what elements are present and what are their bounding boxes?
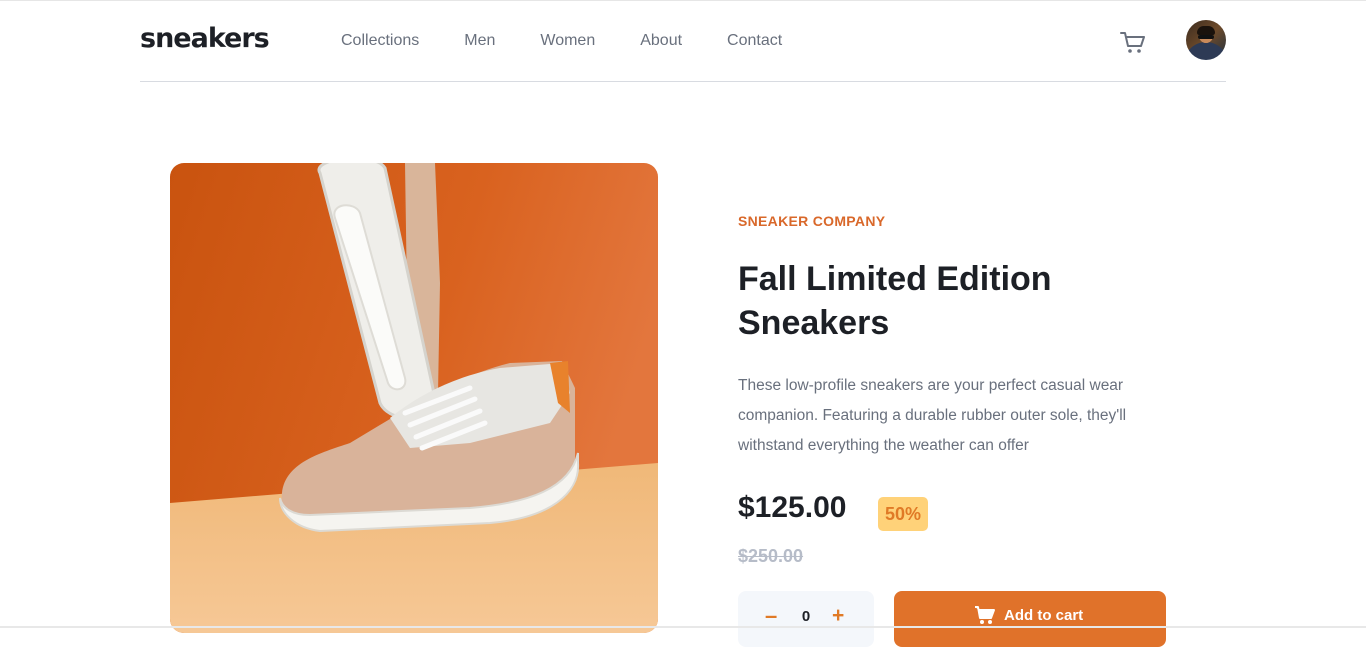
site-header: sneakers Collections Men Women About Con… xyxy=(140,1,1226,82)
logo[interactable]: sneakers xyxy=(140,23,270,54)
current-price: $125.00 xyxy=(738,491,847,524)
cart-icon[interactable] xyxy=(1119,28,1147,56)
product-image[interactable] xyxy=(170,163,658,633)
quantity-value: 0 xyxy=(801,608,811,625)
nav-contact[interactable]: Contact xyxy=(727,32,782,50)
nav-women[interactable]: Women xyxy=(540,32,595,50)
nav-men[interactable]: Men xyxy=(464,32,495,50)
nav-about[interactable]: About xyxy=(640,32,682,50)
company-name: SNEAKER COMPANY xyxy=(738,213,886,229)
discount-badge: 50% xyxy=(878,497,928,531)
page-bottom-divider xyxy=(0,626,1366,628)
quantity-stepper: – 0 + xyxy=(738,591,874,647)
add-to-cart-button[interactable]: Add to cart xyxy=(894,591,1166,647)
avatar[interactable] xyxy=(1186,20,1226,60)
sneaker-photo xyxy=(170,163,658,633)
original-price: $250.00 xyxy=(738,546,804,566)
nav-collections[interactable]: Collections xyxy=(341,32,419,50)
add-to-cart-label: Add to cart xyxy=(1004,606,1084,624)
avatar-glasses xyxy=(1198,35,1214,39)
increase-quantity-button[interactable]: + xyxy=(832,604,844,628)
main-nav: Collections Men Women About Contact xyxy=(341,32,827,50)
product-title: Fall Limited Edition Sneakers xyxy=(738,260,1052,342)
product-description: These low-profile sneakers are your perf… xyxy=(738,377,1127,454)
avatar-hair xyxy=(1197,26,1215,35)
cart-icon xyxy=(975,606,995,624)
